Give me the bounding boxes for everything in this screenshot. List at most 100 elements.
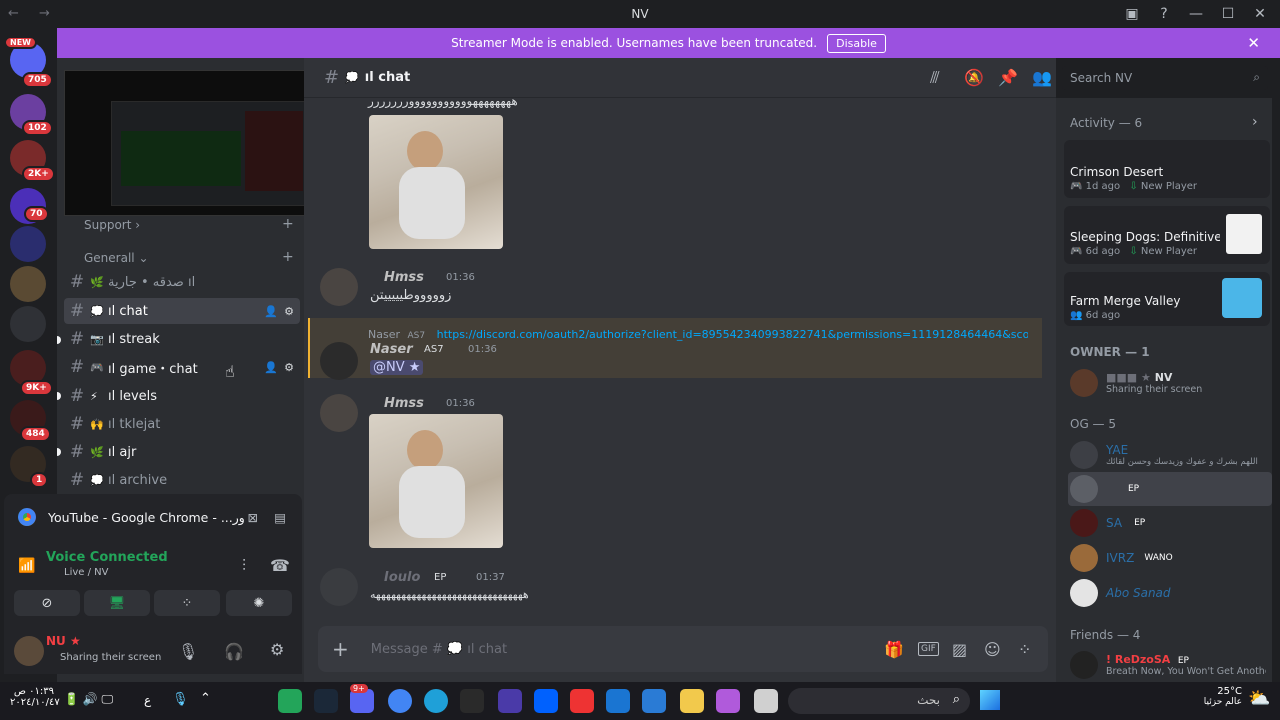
activity-card[interactable]: Sleeping Dogs: Definitive E... 🎮 6d ago … — [1064, 206, 1270, 264]
member-item[interactable]: IVRZ WANO — [1068, 541, 1272, 575]
screen-share-button[interactable]: 🖥 — [84, 590, 150, 616]
store-icon[interactable] — [642, 689, 666, 713]
add-channel-icon[interactable]: + — [282, 216, 294, 232]
channel-item[interactable]: # 🌿 ıا ajr — [64, 439, 300, 465]
avatar[interactable] — [320, 394, 358, 432]
invite-icon[interactable]: 👤 — [264, 361, 278, 374]
message-input[interactable]: Message # 💭 ıا chat — [371, 642, 507, 657]
headphones-icon[interactable]: 🎧 — [224, 642, 244, 661]
invite-icon[interactable]: 👤 — [264, 305, 278, 318]
stream-preview[interactable] — [64, 70, 330, 216]
inbox-icon[interactable]: ▣ — [1122, 4, 1142, 24]
member-item[interactable]: YAE اللهم بشرك و عفوك وزيدسك وحسن لقائك — [1068, 438, 1272, 472]
avatar[interactable] — [320, 568, 358, 606]
member-item[interactable]: ! ReDzoSA EP Breath Now, You Won't Get A… — [1068, 648, 1272, 682]
avatar[interactable] — [320, 268, 358, 306]
app-icon[interactable] — [570, 689, 594, 713]
app-icon[interactable] — [754, 689, 778, 713]
steam-icon[interactable] — [314, 689, 338, 713]
reply-link[interactable]: https://discord.com/oauth2/authorize?cli… — [437, 328, 1028, 341]
scrollbar[interactable] — [1272, 58, 1280, 682]
chevron-up-icon[interactable]: ⌃ — [200, 691, 211, 706]
disable-streamer-button[interactable]: Disable — [827, 33, 886, 53]
add-attachment-icon[interactable]: + — [332, 637, 349, 661]
app-icon[interactable] — [278, 689, 302, 713]
app-icon[interactable] — [498, 689, 522, 713]
search-input[interactable]: Search NV ⌕ — [1062, 66, 1268, 90]
clock-time[interactable]: ٠١:٣٩ ص — [10, 686, 54, 697]
avatar[interactable] — [14, 636, 44, 666]
settings-icon[interactable]: ⚙ — [284, 361, 294, 374]
message-author[interactable]: Naser — [370, 342, 413, 357]
server-icon[interactable] — [10, 226, 46, 262]
server-icon[interactable] — [10, 306, 46, 342]
close-icon[interactable]: ✕ — [1247, 34, 1260, 52]
category-general[interactable]: Generall ⌄ — [84, 251, 149, 265]
gif-icon[interactable]: GIF — [918, 642, 939, 656]
gif-image[interactable] — [369, 115, 503, 249]
screenshare-panel[interactable]: YouTube - Google Chrome - ...ور ⊠ ▤ — [4, 494, 302, 540]
pin-icon[interactable]: 📌 — [998, 68, 1018, 87]
settings-icon[interactable]: ⚙ — [270, 640, 284, 659]
gift-icon[interactable]: 🎁 — [884, 640, 904, 659]
server-icon[interactable] — [10, 266, 46, 302]
gif-image[interactable] — [369, 414, 503, 548]
activities-button[interactable]: ⁘ — [154, 590, 220, 616]
epic-games-icon[interactable] — [460, 689, 484, 713]
activity-card[interactable]: Farm Merge Valley 👥 6d ago — [1064, 272, 1270, 326]
edge-icon[interactable] — [424, 689, 448, 713]
member-item[interactable]: SA EP — [1068, 506, 1272, 540]
apps-icon[interactable]: ⁘ — [1018, 640, 1031, 659]
channel-item-chat[interactable]: # 💭 ıا chat 👤 ⚙ — [64, 298, 300, 324]
close-window-button[interactable]: ✕ — [1250, 4, 1270, 24]
camera-toggle-button[interactable]: ⊘ — [14, 590, 80, 616]
soundboard-button[interactable]: ✺ — [226, 590, 292, 616]
system-tray-icons[interactable]: 🔋 🔊 🖵 — [64, 692, 113, 707]
maximize-button[interactable]: ☐ — [1218, 4, 1238, 24]
reply-author[interactable]: Naser — [368, 328, 400, 341]
channel-item[interactable]: # 🙌 ıا tklejat — [64, 411, 300, 437]
language-indicator[interactable]: ع — [144, 693, 151, 707]
voice-channel[interactable]: Live / NV — [64, 567, 108, 578]
message-author[interactable]: Hmss — [384, 396, 424, 411]
channel-item[interactable]: # 📷 ıا streak — [64, 326, 300, 352]
user-name[interactable]: NU ★ — [46, 634, 81, 648]
activity-header[interactable]: Activity — 6 — [1070, 116, 1142, 130]
chevron-right-icon[interactable]: › — [1252, 114, 1258, 130]
chrome-icon[interactable] — [388, 689, 412, 713]
message-author[interactable]: Hmss — [384, 270, 424, 285]
file-explorer-icon[interactable] — [680, 689, 704, 713]
member-item[interactable]: ■■■ ★ NV Sharing their screen — [1068, 366, 1272, 400]
taskbar-search[interactable]: بحث ⌕ — [788, 688, 970, 714]
mic-tray-icon[interactable]: 🎙 — [172, 692, 189, 707]
help-icon[interactable]: ? — [1154, 4, 1174, 24]
members-icon[interactable]: 👥 — [1032, 68, 1052, 87]
stop-stream-icon[interactable]: ⊠ — [248, 510, 258, 525]
settings-icon[interactable]: ⚙ — [284, 305, 294, 318]
category-support[interactable]: Support › — [84, 218, 140, 232]
avatar[interactable] — [320, 342, 358, 380]
mail-icon[interactable] — [606, 689, 630, 713]
sticker-icon[interactable]: ▨ — [952, 640, 967, 659]
windows-start-icon[interactable] — [980, 690, 1000, 710]
add-channel-icon[interactable]: + — [282, 249, 294, 265]
member-item[interactable]: EP — [1068, 472, 1272, 506]
noise-icon[interactable]: ⫶ — [242, 556, 246, 576]
disconnect-icon[interactable]: ☎ — [270, 556, 290, 575]
threads-icon[interactable]: ⫻ — [930, 68, 940, 88]
clock-date[interactable]: ٢٠٢٤/١٠/٤٧ — [10, 697, 60, 708]
dropbox-icon[interactable] — [534, 689, 558, 713]
copilot-icon[interactable] — [716, 689, 740, 713]
activity-card[interactable]: Crimson Desert 🎮 1d ago ⇩ New Player — [1064, 140, 1270, 198]
emoji-icon[interactable]: ☺ — [984, 640, 1001, 659]
user-mention[interactable]: @NV ★ — [370, 360, 424, 375]
message-author[interactable]: Ioulo — [384, 570, 420, 585]
weather-widget[interactable]: 25°C عالم حزئيا — [1196, 686, 1242, 707]
mic-icon[interactable]: 🎙 — [178, 642, 198, 661]
voice-status[interactable]: Voice Connected — [46, 550, 168, 565]
minimize-button[interactable]: — — [1186, 4, 1206, 24]
message-composer[interactable]: + Message # 💭 ıا chat 🎁 GIF ▨ ☺ ⁘ — [318, 626, 1048, 672]
mute-icon[interactable]: 🔕 — [964, 68, 984, 87]
popout-icon[interactable]: ▤ — [274, 510, 286, 525]
channel-item[interactable]: # 🌿 صدقه • جارية ıا — [64, 269, 300, 295]
